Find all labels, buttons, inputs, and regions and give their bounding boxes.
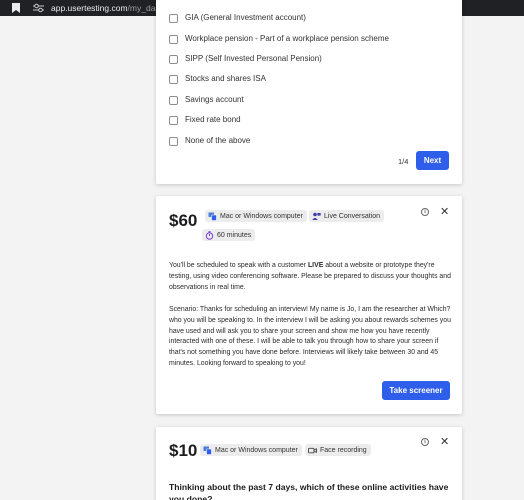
test-card-recording: $10 Mac or Windows computer Face recordi… <box>156 427 462 500</box>
info-icon[interactable]: i <box>421 208 429 216</box>
option-label: GIA (General Investment account) <box>185 13 306 22</box>
duration-tag: 60 minutes <box>202 229 256 241</box>
option-checkbox[interactable] <box>169 54 178 64</box>
option-row[interactable]: Savings account <box>169 95 244 105</box>
option-checkbox[interactable] <box>169 74 178 84</box>
test-scenario: Scenario: Thanks for scheduling an inter… <box>169 306 451 367</box>
device-tag-label: Mac or Windows computer <box>215 446 298 454</box>
option-checkbox[interactable] <box>169 136 178 146</box>
test-description: You'll be scheduled to speak with a cust… <box>169 261 452 293</box>
option-checkbox[interactable] <box>169 34 178 44</box>
test-type-tag-label: Live Conversation <box>324 212 381 220</box>
description-emphasis: LIVE <box>307 262 324 269</box>
site-settings-icon[interactable] <box>33 3 44 13</box>
test-price: $10 <box>169 441 198 460</box>
take-screener-button[interactable]: Take screener <box>382 381 450 400</box>
option-label: Fixed rate bond <box>185 115 241 124</box>
duration-tag-label: 60 minutes <box>217 231 252 239</box>
device-tag: Mac or Windows computer <box>200 444 302 456</box>
url-host: app.usertesting.com <box>51 3 128 13</box>
option-checkbox[interactable] <box>169 13 178 23</box>
option-label: None of the above <box>185 136 251 145</box>
test-price: $60 <box>169 211 198 230</box>
description-text: You'll be scheduled to speak with a cust… <box>169 262 308 269</box>
option-label: Stocks and shares ISA <box>185 74 266 83</box>
close-icon[interactable]: ✕ <box>440 437 449 448</box>
bookmark-icon[interactable] <box>12 3 20 13</box>
test-card-live: $60 Mac or Windows computer Live Convers… <box>156 196 462 414</box>
info-icon[interactable]: i <box>421 438 429 446</box>
recording-tag: Face recording <box>305 444 371 456</box>
recording-tag-label: Face recording <box>320 446 367 454</box>
option-label: Savings account <box>185 95 244 104</box>
option-row[interactable]: Workplace pension - Part of a workplace … <box>169 34 389 44</box>
option-row[interactable]: SIPP (Self Invested Personal Pension) <box>169 54 322 64</box>
screener-question: Thinking about the past 7 days, which of… <box>169 482 449 500</box>
page-indicator: 1/4 <box>398 157 409 166</box>
test-type-tag: Live Conversation <box>309 210 385 222</box>
option-row[interactable]: Fixed rate bond <box>169 115 241 125</box>
face-recording-icon <box>308 447 317 453</box>
option-checkbox[interactable] <box>169 115 178 125</box>
option-label: Workplace pension - Part of a workplace … <box>185 34 389 43</box>
device-tag: Mac or Windows computer <box>205 210 307 222</box>
timer-icon <box>205 230 214 240</box>
next-button[interactable]: Next <box>416 151 449 170</box>
computer-icon <box>203 446 212 455</box>
computer-icon <box>208 212 217 221</box>
screener-card: GIA (General Investment account) Workpla… <box>156 0 462 184</box>
live-conversation-icon <box>312 212 321 220</box>
option-label: SIPP (Self Invested Personal Pension) <box>185 54 322 63</box>
device-tag-label: Mac or Windows computer <box>220 212 303 220</box>
option-row[interactable]: GIA (General Investment account) <box>169 13 306 23</box>
option-row[interactable]: None of the above <box>169 136 250 146</box>
option-row[interactable]: Stocks and shares ISA <box>169 74 266 84</box>
option-checkbox[interactable] <box>169 95 178 105</box>
close-icon[interactable]: ✕ <box>440 207 449 218</box>
